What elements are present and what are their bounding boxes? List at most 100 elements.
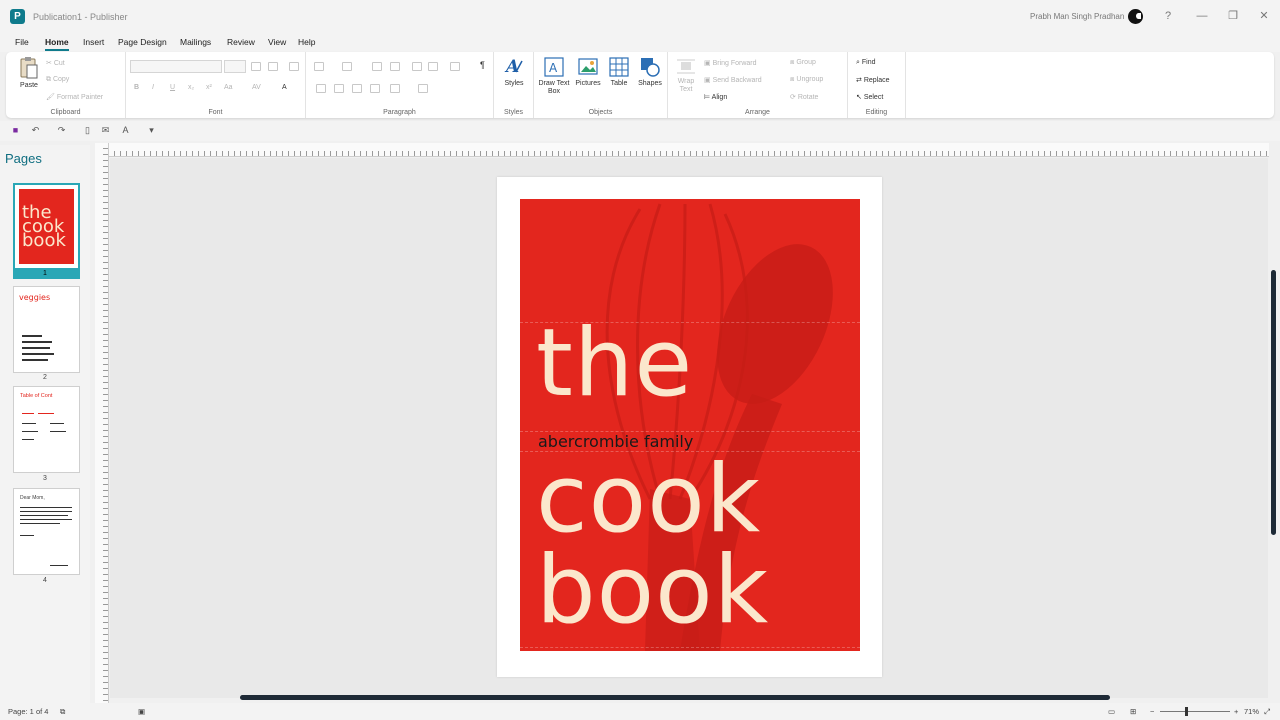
arrange-label: Arrange bbox=[745, 109, 770, 116]
tab-view[interactable]: View bbox=[268, 37, 286, 47]
vertical-ruler[interactable] bbox=[95, 143, 109, 705]
underline-icon[interactable]: U bbox=[170, 84, 175, 91]
numbering-icon[interactable] bbox=[342, 62, 352, 71]
page-thumbnail-2[interactable]: veggies bbox=[13, 286, 80, 373]
character-spacing-icon[interactable]: AV bbox=[252, 84, 261, 91]
zoom-slider-thumb[interactable] bbox=[1185, 707, 1188, 716]
text-direction-icon[interactable] bbox=[412, 62, 422, 71]
font-color-icon[interactable]: A bbox=[282, 84, 287, 91]
columns-icon[interactable] bbox=[390, 84, 400, 93]
paragraph-spacing-icon[interactable] bbox=[450, 62, 460, 71]
vertical-scrollbar[interactable] bbox=[1271, 270, 1276, 535]
align-center-icon[interactable] bbox=[334, 84, 344, 93]
draw-text-box-button[interactable]: A Draw Text Box bbox=[538, 56, 570, 96]
horizontal-ruler[interactable] bbox=[109, 143, 1269, 157]
line-spacing-options-icon[interactable] bbox=[418, 84, 428, 93]
change-case-icon[interactable]: Aa bbox=[224, 84, 233, 91]
cover-word-the[interactable]: the bbox=[536, 317, 693, 411]
cover-word-cook[interactable]: cook bbox=[536, 453, 761, 547]
tab-file[interactable]: File bbox=[15, 37, 29, 47]
rotate-button[interactable]: ⟳ Rotate bbox=[790, 93, 818, 101]
two-page-view-icon[interactable]: ⊞ bbox=[1130, 707, 1136, 716]
group-button[interactable]: ⧈ Group bbox=[790, 59, 816, 67]
pictures-button[interactable]: Pictures bbox=[574, 56, 602, 88]
font-color-quick-icon[interactable]: A bbox=[120, 125, 131, 136]
zoom-out-icon[interactable]: − bbox=[1150, 707, 1154, 716]
single-page-view-icon[interactable]: ▭ bbox=[1108, 707, 1115, 716]
italic-icon[interactable]: I bbox=[152, 84, 154, 91]
bullets-icon[interactable] bbox=[314, 62, 324, 71]
page-navigate-icon[interactable]: ⧉ bbox=[60, 707, 65, 717]
styles-label: Styles bbox=[503, 109, 524, 116]
account-name[interactable]: Prabh Man Singh Pradhan bbox=[1030, 12, 1124, 21]
picture-icon bbox=[578, 58, 598, 75]
save-icon[interactable]: ■ bbox=[10, 125, 21, 136]
shrink-font-icon[interactable] bbox=[268, 62, 278, 71]
align-left-icon[interactable] bbox=[316, 84, 326, 93]
decrease-indent-icon[interactable] bbox=[372, 62, 382, 71]
customize-toolbar-icon[interactable]: ▾ bbox=[146, 125, 157, 136]
table-button[interactable]: Table bbox=[606, 56, 632, 88]
cursor-position-icon: ▣ bbox=[138, 707, 146, 716]
paste-button[interactable]: Paste bbox=[14, 56, 44, 90]
copy-button[interactable]: ⧉ Copy bbox=[46, 76, 69, 84]
tab-mailings[interactable]: Mailings bbox=[180, 37, 211, 47]
font-label: Font bbox=[208, 109, 223, 116]
undo-icon[interactable]: ↶ bbox=[30, 125, 41, 136]
pilcrow-icon[interactable]: ¶ bbox=[480, 60, 485, 70]
help-icon[interactable]: ? bbox=[1160, 8, 1176, 24]
editing-group: ⌕ Find ⇄ Replace ↖ Select Editing bbox=[848, 52, 906, 118]
minimize-button[interactable]: — bbox=[1194, 8, 1210, 24]
page-thumbnail-1[interactable]: the cook book bbox=[13, 183, 80, 270]
page-number-4: 4 bbox=[43, 577, 47, 584]
close-button[interactable]: ✕ bbox=[1256, 8, 1272, 24]
increase-indent-icon[interactable] bbox=[390, 62, 400, 71]
horizontal-scrollbar[interactable] bbox=[240, 695, 1110, 700]
zoom-level[interactable]: 71% bbox=[1244, 707, 1259, 716]
redo-icon[interactable]: ↷ bbox=[56, 125, 67, 136]
restore-button[interactable]: ❐ bbox=[1225, 8, 1241, 24]
shapes-button[interactable]: Shapes bbox=[636, 56, 664, 88]
bring-forward-button[interactable]: ▣ Bring Forward bbox=[704, 59, 757, 67]
format-painter-button[interactable]: 🖌 Format Painter bbox=[46, 93, 103, 101]
cover-word-book[interactable]: book bbox=[536, 544, 769, 638]
align-button[interactable]: ⊨ Align bbox=[704, 93, 727, 101]
tab-review[interactable]: Review bbox=[227, 37, 255, 47]
send-email-icon[interactable]: ✉ bbox=[100, 125, 111, 136]
workspace-canvas[interactable]: the abercrombie family cook book bbox=[110, 158, 1268, 698]
line-spacing-icon[interactable] bbox=[428, 62, 438, 71]
grow-font-icon[interactable] bbox=[251, 62, 261, 71]
new-document-icon[interactable]: ▯ bbox=[82, 125, 93, 136]
send-backward-button[interactable]: ▣ Send Backward bbox=[704, 76, 762, 84]
fit-page-icon[interactable]: ⤢ bbox=[1264, 707, 1270, 717]
cut-button[interactable]: ✂ Cut bbox=[46, 59, 65, 67]
clear-format-icon[interactable] bbox=[289, 62, 299, 71]
zoom-in-icon[interactable]: + bbox=[1234, 707, 1238, 716]
wrap-text-button[interactable]: Wrap Text bbox=[672, 58, 700, 94]
replace-button[interactable]: ⇄ Replace bbox=[856, 76, 890, 84]
tab-page-design[interactable]: Page Design bbox=[118, 37, 167, 47]
title-bar: P Publication1 - Publisher Prabh Man Sin… bbox=[0, 0, 1280, 33]
font-name-dropdown[interactable] bbox=[130, 60, 222, 73]
tab-help[interactable]: Help bbox=[298, 37, 315, 47]
page-thumbnail-4[interactable]: Dear Mom, bbox=[13, 488, 80, 575]
cookbook-cover[interactable]: the abercrombie family cook book bbox=[520, 199, 860, 651]
superscript-icon[interactable]: x² bbox=[206, 84, 212, 91]
find-button[interactable]: ⌕ Find bbox=[856, 59, 876, 67]
publication-page[interactable]: the abercrombie family cook book bbox=[497, 177, 882, 677]
justify-icon[interactable] bbox=[370, 84, 380, 93]
paragraph-label: Paragraph bbox=[383, 109, 416, 116]
styles-button[interactable]: A Styles bbox=[498, 56, 530, 88]
tab-home[interactable]: Home bbox=[45, 37, 69, 51]
bold-icon[interactable]: B bbox=[134, 84, 139, 91]
ungroup-button[interactable]: ⧈ Ungroup bbox=[790, 76, 823, 84]
strikethrough-icon[interactable]: x₂ bbox=[188, 84, 194, 91]
tab-insert[interactable]: Insert bbox=[83, 37, 104, 47]
zoom-slider-track[interactable] bbox=[1160, 711, 1230, 712]
pages-panel: Pages the cook book 1 veggies 2 Table of… bbox=[0, 145, 90, 705]
page-thumbnail-3[interactable]: Table of Cont bbox=[13, 386, 80, 473]
font-size-dropdown[interactable] bbox=[224, 60, 246, 73]
align-right-icon[interactable] bbox=[352, 84, 362, 93]
account-avatar[interactable] bbox=[1128, 9, 1143, 24]
select-button[interactable]: ↖ Select bbox=[856, 93, 883, 101]
